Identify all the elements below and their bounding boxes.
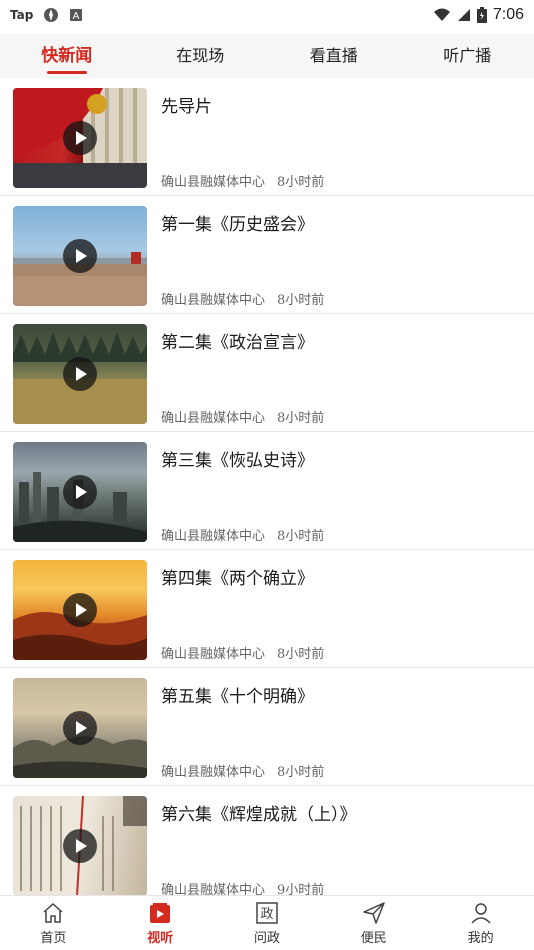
nav-video-label: 视听 (147, 930, 174, 946)
video-source: 确山县融媒体中心 (161, 765, 266, 780)
video-time: 8小时前 (277, 175, 325, 190)
cell-signal-icon (457, 8, 471, 22)
video-source: 确山县融媒体中心 (161, 293, 266, 308)
play-icon[interactable] (63, 593, 97, 627)
play-icon[interactable] (63, 357, 97, 391)
video-thumbnail[interactable] (13, 324, 147, 424)
nav-politics[interactable]: 政 问政 (214, 896, 321, 950)
top-tabs: 快新闻 在现场 看直播 听广播 (0, 34, 534, 78)
status-bar: Tap A 7:06 (0, 0, 534, 30)
play-icon[interactable] (63, 121, 97, 155)
video-source: 确山县融媒体中心 (161, 647, 266, 662)
video-title[interactable]: 第一集《历史盛会》 (161, 210, 314, 235)
video-title[interactable]: 第六集《辉煌成就（上）》 (161, 800, 357, 825)
video-source: 确山县融媒体中心 (161, 411, 266, 426)
list-item[interactable]: 第二集《政治宣言》 确山县融媒体中心 8小时前 (0, 314, 534, 432)
video-title[interactable]: 第五集《十个明确》 (161, 682, 314, 707)
pinwheel-icon (43, 7, 59, 23)
video-list: 先导片 确山县融媒体中心 8小时前 第一集《历史盛会》 确山县融媒体中心 8小时前 … (0, 78, 534, 904)
video-time: 8小时前 (277, 765, 325, 780)
video-source: 确山县融媒体中心 (161, 529, 266, 544)
video-time: 8小时前 (277, 411, 325, 426)
send-icon (363, 901, 385, 924)
list-item[interactable]: 第四集《两个确立》 确山县融媒体中心 8小时前 (0, 550, 534, 668)
video-thumbnail[interactable] (13, 206, 147, 306)
status-app-label: Tap (10, 8, 34, 22)
video-title[interactable]: 第二集《政治宣言》 (161, 328, 314, 353)
video-meta: 确山县融媒体中心 8小时前 (161, 407, 324, 426)
a-box-icon: A (69, 8, 83, 22)
video-time: 8小时前 (277, 529, 325, 544)
nav-home-label: 首页 (40, 930, 67, 946)
video-title[interactable]: 第三集《恢弘史诗》 (161, 446, 314, 471)
tab-ting-guangbo[interactable]: 听广播 (401, 34, 534, 78)
person-icon (471, 902, 491, 924)
bottom-nav: 首页 视听 政 问政 便民 我的 (0, 895, 534, 950)
list-item[interactable]: 先导片 确山县融媒体中心 8小时前 (0, 78, 534, 196)
video-thumbnail[interactable] (13, 560, 147, 660)
list-item[interactable]: 第五集《十个明确》 确山县融媒体中心 8小时前 (0, 668, 534, 786)
home-icon (43, 902, 63, 923)
play-icon[interactable] (63, 711, 97, 745)
nav-mine[interactable]: 我的 (427, 896, 534, 950)
video-meta: 确山县融媒体中心 8小时前 (161, 289, 324, 308)
nav-video[interactable]: 视听 (107, 896, 214, 950)
video-meta: 确山县融媒体中心 8小时前 (161, 171, 324, 190)
nav-mine-label: 我的 (467, 930, 494, 946)
video-title[interactable]: 第四集《两个确立》 (161, 564, 314, 589)
video-thumbnail[interactable] (13, 442, 147, 542)
nav-convenience-label: 便民 (360, 930, 387, 946)
video-time: 8小时前 (277, 293, 325, 308)
video-meta: 确山县融媒体中心 8小时前 (161, 525, 324, 544)
play-icon[interactable] (63, 829, 97, 863)
video-time: 8小时前 (277, 647, 325, 662)
status-time: 7:06 (492, 6, 524, 23)
svg-text:A: A (73, 11, 80, 22)
video-thumbnail[interactable] (13, 796, 147, 896)
tab-kan-zhibo[interactable]: 看直播 (267, 34, 401, 78)
nav-home[interactable]: 首页 (0, 896, 107, 950)
video-title[interactable]: 先导片 (161, 92, 212, 117)
politics-icon: 政 (256, 901, 278, 924)
list-item[interactable]: 第一集《历史盛会》 确山县融媒体中心 8小时前 (0, 196, 534, 314)
video-meta: 确山县融媒体中心 8小时前 (161, 761, 324, 780)
video-play-icon (150, 902, 171, 923)
battery-icon (476, 7, 487, 23)
video-meta: 确山县融媒体中心 8小时前 (161, 643, 324, 662)
video-source: 确山县融媒体中心 (161, 175, 266, 190)
wifi-icon (433, 8, 451, 22)
play-icon[interactable] (63, 239, 97, 273)
play-icon[interactable] (63, 475, 97, 509)
tab-zai-xianchang[interactable]: 在现场 (134, 34, 268, 78)
tab-kuai-xinwen[interactable]: 快新闻 (0, 34, 134, 78)
list-item[interactable]: 第三集《恢弘史诗》 确山县融媒体中心 8小时前 (0, 432, 534, 550)
svg-text:政: 政 (260, 907, 273, 922)
video-thumbnail[interactable] (13, 88, 147, 188)
nav-politics-label: 问政 (253, 930, 280, 946)
list-item[interactable]: 第六集《辉煌成就（上）》 确山县融媒体中心 9小时前 (0, 786, 534, 904)
video-thumbnail[interactable] (13, 678, 147, 778)
nav-convenience[interactable]: 便民 (320, 896, 427, 950)
